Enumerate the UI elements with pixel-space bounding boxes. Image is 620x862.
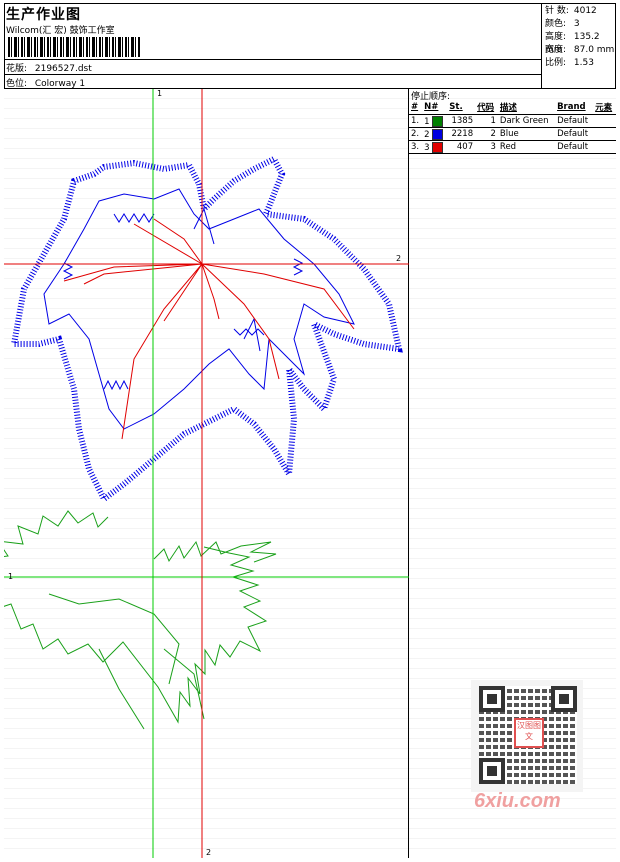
qr-logo: 汉图图文 [514, 718, 544, 748]
col-header: 代码 [475, 100, 498, 115]
stat-colors: 颜色: 3 [545, 19, 580, 29]
color-swatch [432, 115, 444, 127]
green-horizontal-label: 1 [8, 572, 14, 581]
barcode-image [8, 37, 140, 57]
table-row: 2. 2 2218 2 Blue Default [409, 127, 616, 141]
colorway-value: Colorway 1 [34, 79, 86, 89]
stat-width: 宽度: 87.0 mm [545, 45, 615, 55]
stop-sequence-table: # N# St. 代码 描述 Brand 元素 1. 1 1385 1 Dark… [409, 100, 616, 154]
color-swatch [432, 128, 444, 140]
watermark-logo: 6xiu.com [474, 790, 561, 812]
red-leaf-veins [63, 218, 355, 440]
divider [4, 59, 542, 60]
stat-scale: 比例: 1.53 [545, 58, 594, 68]
red-horizontal-label: 2 [396, 254, 402, 263]
col-header: St. [447, 100, 476, 115]
col-header: 描述 [497, 100, 556, 115]
red-vertical-label: 2 [206, 848, 212, 857]
blue-leaf-outline [10, 155, 403, 504]
qr-finder [479, 758, 505, 784]
green-vertical-label: 1 [157, 89, 163, 98]
table-row: 1. 1 1385 1 Dark Green Default [409, 114, 616, 128]
qr-finder [551, 686, 577, 712]
page-title: 生产作业图 [6, 7, 81, 23]
stat-stitches: 针 数: 4012 [545, 6, 597, 16]
embroidery-preview [0, 89, 409, 858]
col-header: # [409, 100, 423, 115]
green-leaf-outline [0, 510, 277, 730]
colorway-row: 色位: Colorway 1 [6, 76, 85, 89]
col-header: Brand [555, 100, 594, 115]
divider [4, 74, 542, 75]
design-file-value: 2196527.dst [34, 64, 92, 74]
qr-finder [479, 686, 505, 712]
design-canvas [0, 89, 409, 858]
table-header-row: # N# St. 代码 描述 Brand 元素 [409, 100, 616, 115]
color-swatch [432, 141, 444, 153]
table-row: 3. 3 407 3 Red Default [409, 140, 616, 154]
design-file-label: 花版: [6, 64, 28, 74]
design-file-row: 花版: 2196527.dst [6, 61, 92, 74]
company-name: Wilcom(汇 宏) 鼓饰工作室 [6, 26, 115, 36]
qr-code-image: 汉图图文 [471, 680, 583, 792]
col-header: 元素 [593, 100, 616, 115]
col-header: N# [422, 100, 448, 115]
colorway-label: 色位: [6, 79, 28, 89]
